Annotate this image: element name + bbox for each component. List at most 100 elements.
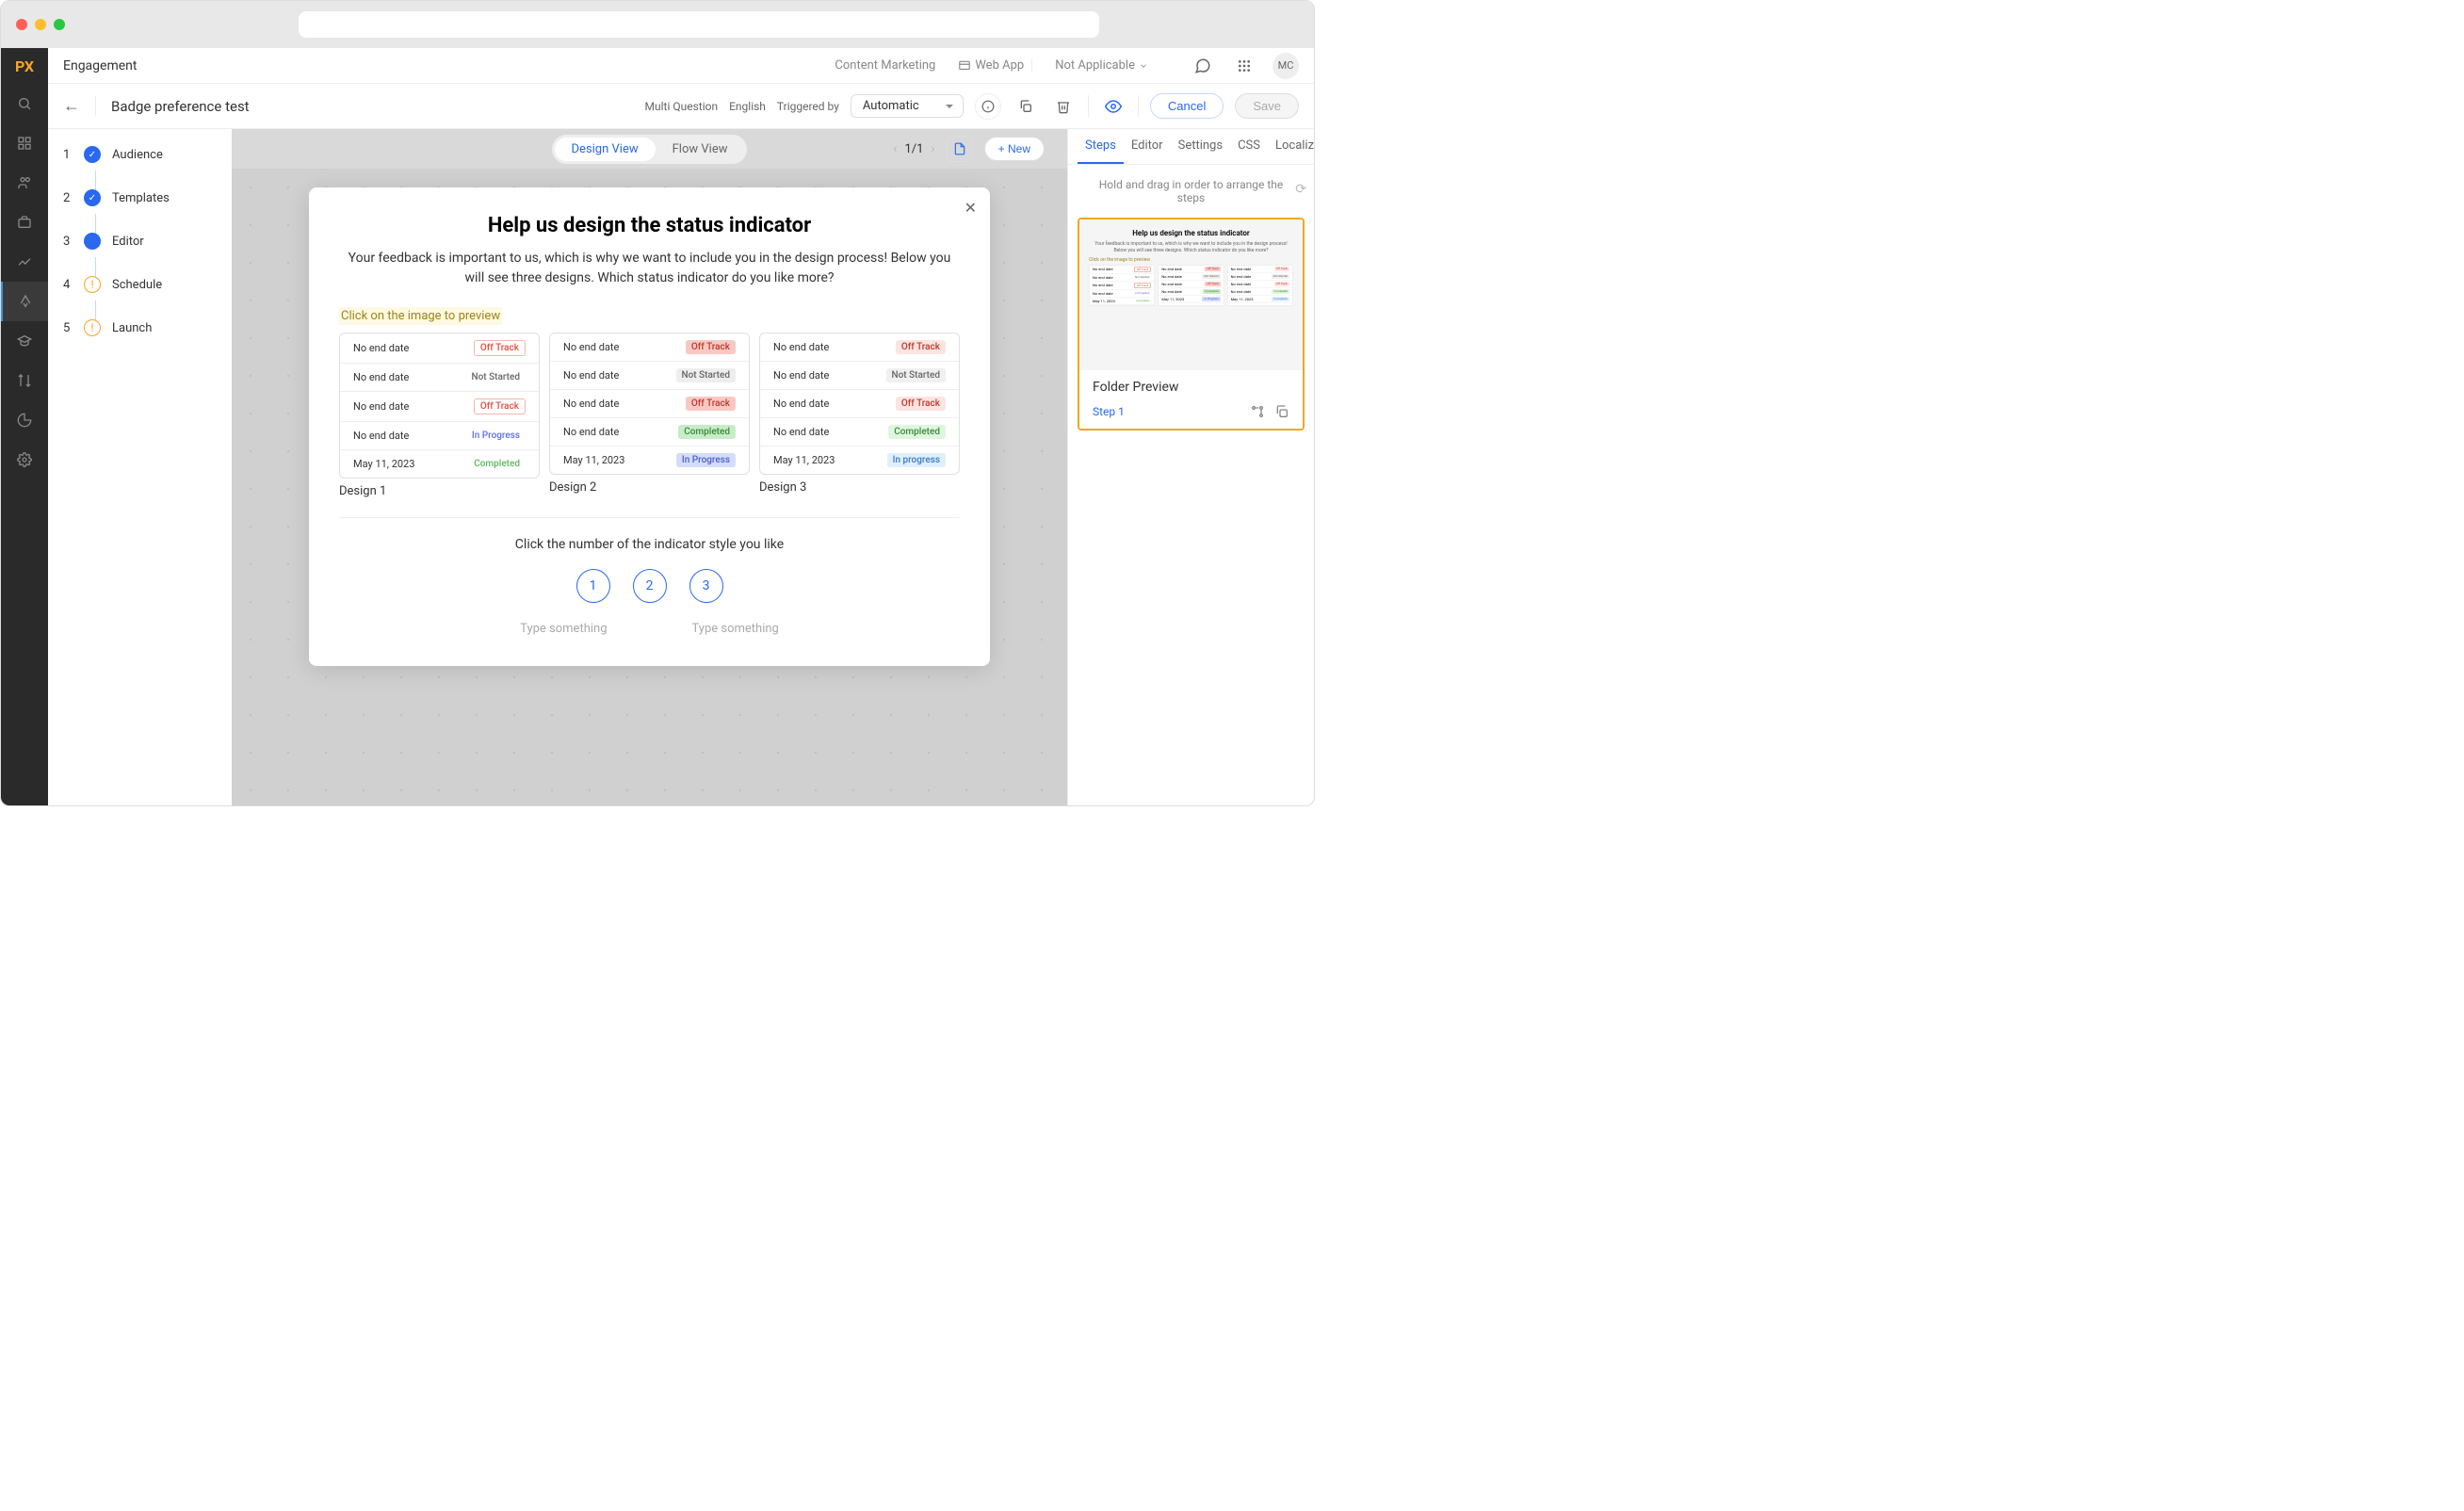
chat-icon[interactable]	[1190, 53, 1216, 79]
content: 1✓Audience 2✓Templates 3 Editor 4!Schedule 5!…	[48, 129, 1314, 805]
status-badge: Not Started	[466, 370, 526, 384]
briefcase-icon[interactable]	[1, 203, 48, 242]
placeholder-input-1[interactable]: Type something	[520, 622, 607, 636]
choice-button-2[interactable]: 2	[633, 569, 667, 603]
preview-thumbnail: Help us design the status indicator Your…	[1079, 219, 1303, 370]
design-row: May 11, 2023In progress	[760, 447, 959, 474]
design-row: No end dateIn Progress	[340, 422, 539, 450]
design-label: Design 1	[339, 484, 540, 498]
topbar-tab-content[interactable]: Content Marketing	[835, 58, 935, 73]
design-option-1[interactable]: No end dateOff TrackNo end dateNot Start…	[339, 333, 540, 498]
row-date: No end date	[773, 341, 829, 353]
close-window[interactable]	[16, 19, 27, 30]
design-row: May 11, 2023In Progress	[550, 447, 749, 474]
education-icon[interactable]	[1, 321, 48, 361]
topbar-icons: MC	[1190, 53, 1299, 79]
design-label: Design 2	[549, 480, 750, 495]
design-row: No end dateOff Track	[550, 390, 749, 418]
delete-icon[interactable]	[1050, 93, 1077, 120]
row-date: No end date	[353, 430, 409, 442]
status-badge: Completed	[888, 425, 946, 439]
search-icon[interactable]	[1, 84, 48, 123]
export-icon[interactable]	[947, 136, 973, 162]
engagement-icon[interactable]	[1, 282, 48, 321]
panel-tab-settings[interactable]: Settings	[1171, 129, 1230, 164]
dashboard-icon[interactable]	[1, 123, 48, 163]
back-button[interactable]: ←	[63, 96, 96, 116]
apps-grid-icon[interactable]	[1231, 53, 1257, 79]
preview-icon[interactable]	[1100, 93, 1127, 120]
row-date: No end date	[353, 400, 409, 413]
panel-tabs: StepsEditorSettingsCSSLocaliza	[1068, 129, 1314, 165]
status-badge: Off Track	[686, 397, 736, 411]
tab-flow-view[interactable]: Flow View	[656, 138, 745, 161]
row-date: No end date	[773, 398, 829, 410]
avatar[interactable]: MC	[1273, 53, 1299, 79]
panel-tab-editor[interactable]: Editor	[1124, 129, 1171, 164]
pager-next[interactable]: ›	[931, 141, 934, 156]
canvas-toolbar: Design View Flow View ‹ 1/1 › + New	[232, 129, 1067, 169]
branch-icon[interactable]	[1250, 404, 1265, 419]
analytics-icon[interactable]	[1, 242, 48, 282]
tab-design-view[interactable]: Design View	[555, 138, 656, 161]
wizard-step-templates[interactable]: 2✓Templates	[63, 189, 217, 206]
cancel-button[interactable]: Cancel	[1150, 93, 1224, 119]
right-panel: StepsEditorSettingsCSSLocaliza Hold and …	[1067, 129, 1314, 805]
choice-button-1[interactable]: 1	[576, 569, 610, 603]
panel-tab-localiza[interactable]: Localiza	[1268, 129, 1314, 164]
lang-label: English	[729, 100, 766, 113]
panel-tab-steps[interactable]: Steps	[1078, 129, 1124, 164]
topbar-tab-webapp[interactable]: Web App	[958, 58, 1024, 73]
wizard-step-editor[interactable]: 3 Editor	[63, 233, 217, 250]
step-number: 1	[63, 148, 73, 162]
placeholder-input-2[interactable]: Type something	[692, 622, 779, 636]
save-button[interactable]: Save	[1235, 93, 1299, 119]
new-step-button[interactable]: + New	[984, 137, 1045, 161]
copy-icon[interactable]	[1013, 93, 1039, 120]
row-date: No end date	[563, 341, 619, 353]
status-badge: Off Track	[896, 340, 946, 354]
subbar: ← Badge preference test Multi Question E…	[48, 84, 1314, 129]
wizard-step-audience[interactable]: 1✓Audience	[63, 146, 217, 163]
status-badge: Off Track	[686, 340, 736, 354]
row-date: No end date	[773, 369, 829, 382]
minimize-window[interactable]	[35, 19, 46, 30]
row-date: No end date	[773, 426, 829, 438]
target-icon[interactable]	[1, 361, 48, 400]
step-label: Editor	[112, 235, 144, 249]
design-row: No end dateNot Started	[340, 364, 539, 392]
step-number: 4	[63, 278, 73, 292]
design-row: No end dateNot Started	[760, 362, 959, 390]
users-icon[interactable]	[1, 163, 48, 203]
placeholder-inputs: Type something Type something	[339, 622, 960, 636]
info-icon[interactable]	[975, 93, 1001, 120]
main-area: Engagement Content Marketing Web App Not…	[48, 48, 1314, 805]
refresh-icon[interactable]: ⟳	[1295, 182, 1306, 197]
design-row: No end date Off Track	[760, 333, 959, 362]
logo: PX	[1, 48, 48, 84]
status-badge: In progress	[887, 453, 946, 467]
wizard-step-launch[interactable]: 5!Launch	[63, 319, 217, 336]
settings-icon[interactable]	[1, 440, 48, 479]
wizard-step-schedule[interactable]: 4!Schedule	[63, 276, 217, 293]
duplicate-icon[interactable]	[1274, 404, 1289, 419]
design-option-2[interactable]: No end dateOff TrackNo end dateNot Start…	[549, 333, 750, 498]
row-date: No end date	[563, 426, 619, 438]
section-title: Engagement	[63, 58, 137, 73]
url-bar[interactable]	[299, 11, 1099, 38]
panel-tab-css[interactable]: CSS	[1230, 129, 1268, 164]
maximize-window[interactable]	[54, 19, 65, 30]
app-window: PX Engagement Content Marketing Web App …	[0, 0, 1315, 806]
wizard-steps: 1✓Audience 2✓Templates 3 Editor 4!Schedule 5!…	[48, 129, 232, 805]
design-option-3[interactable]: No end date Off Track No end dateNot Start…	[759, 333, 960, 498]
step-number: 3	[63, 235, 73, 249]
close-icon[interactable]: ✕	[965, 199, 977, 217]
row-date: No end date	[353, 342, 409, 354]
step-footer: Folder Preview Step 1	[1079, 370, 1303, 429]
topbar-tab-na[interactable]: Not Applicable	[1055, 58, 1148, 73]
reports-icon[interactable]	[1, 400, 48, 440]
step-preview-card[interactable]: Help us design the status indicator Your…	[1078, 218, 1305, 431]
choice-button-3[interactable]: 3	[689, 569, 723, 603]
trigger-dropdown[interactable]: Automatic	[851, 94, 964, 118]
pager-prev[interactable]: ‹	[893, 141, 897, 156]
